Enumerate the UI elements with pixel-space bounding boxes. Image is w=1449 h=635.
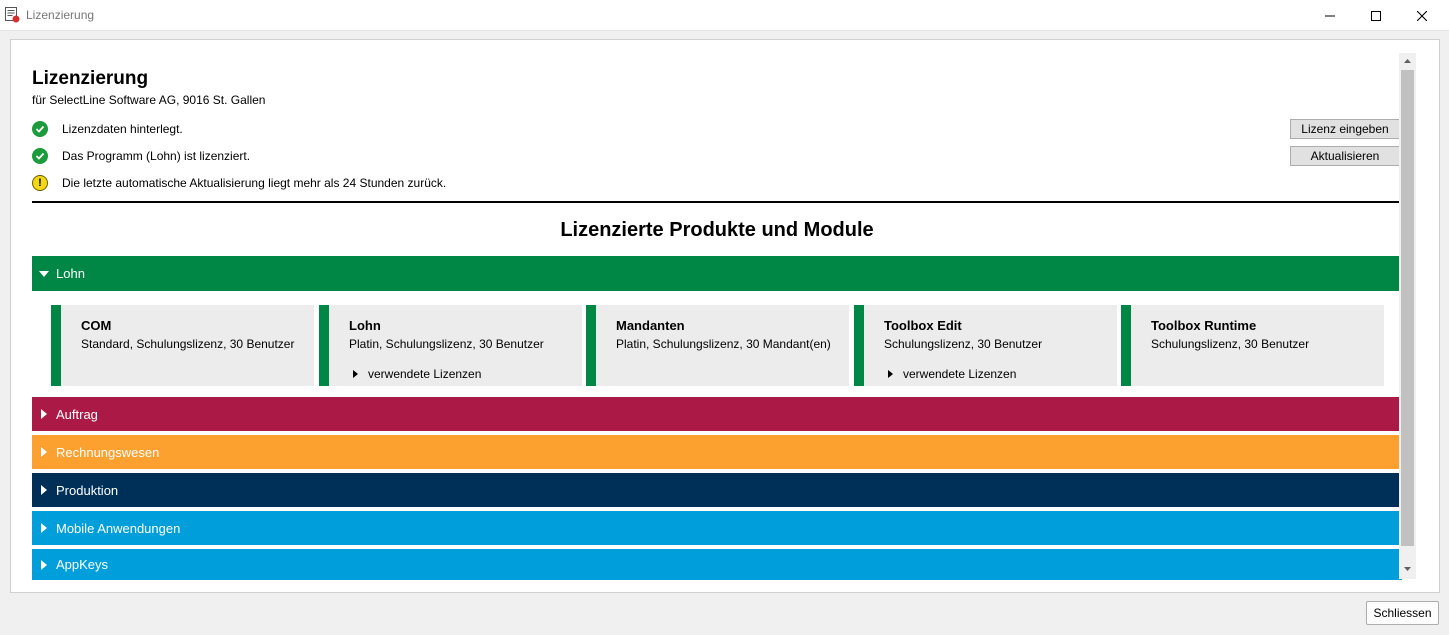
- status-text: Lizenzdaten hinterlegt.: [62, 122, 183, 136]
- chevron-up-icon: [1404, 59, 1411, 63]
- close-button[interactable]: Schliessen: [1366, 601, 1439, 625]
- checkmark-circle-icon: [32, 148, 48, 164]
- product-card-toolbox-runtime: Toolbox Runtime Schulungslizenz, 30 Benu…: [1121, 305, 1384, 386]
- product-description: Platin, Schulungslizenz, 30 Mandant(en): [616, 337, 831, 351]
- status-license-data: Lizenzdaten hinterlegt.: [32, 120, 183, 138]
- group-label: Rechnungswesen: [56, 444, 160, 460]
- used-licenses-label: verwendete Lizenzen: [368, 367, 482, 381]
- chevron-right-icon: [32, 559, 56, 570]
- product-description: Platin, Schulungslizenz, 30 Benutzer: [349, 337, 544, 351]
- status-text: Die letzte automatische Aktualisierung l…: [62, 176, 447, 190]
- status-text: Das Programm (Lohn) ist lizenziert.: [62, 149, 251, 163]
- group-label: Auftrag: [56, 406, 98, 422]
- page-subtitle: für SelectLine Software AG, 9016 St. Gal…: [32, 93, 266, 107]
- product-name: Toolbox Runtime: [1151, 318, 1257, 333]
- status-program-licensed: Das Programm (Lohn) ist lizenziert.: [32, 147, 250, 165]
- product-name: Toolbox Edit: [884, 318, 962, 333]
- chevron-right-icon: [32, 523, 56, 533]
- close-window-button[interactable]: [1399, 0, 1445, 31]
- chevron-right-icon: [888, 370, 893, 378]
- product-card-com: COM Standard, Schulungslizenz, 30 Benutz…: [51, 305, 314, 386]
- group-label: Lohn: [56, 266, 85, 281]
- used-licenses-toggle[interactable]: verwendete Lizenzen: [353, 367, 481, 381]
- used-licenses-toggle[interactable]: verwendete Lizenzen: [888, 367, 1016, 381]
- group-header-mobile-anwendungen[interactable]: Mobile Anwendungen: [32, 511, 1402, 545]
- scrollbar-thumb[interactable]: [1401, 70, 1414, 546]
- product-card-toolbox-edit: Toolbox Edit Schulungslizenz, 30 Benutze…: [854, 305, 1117, 386]
- maximize-icon: [1371, 10, 1381, 21]
- group-label: Produktion: [56, 482, 119, 498]
- product-card-mandanten: Mandanten Platin, Schulungslizenz, 30 Ma…: [586, 305, 849, 386]
- group-label: AppKeys: [56, 557, 109, 572]
- group-header-produktion[interactable]: Produktion: [32, 473, 1402, 507]
- group-label: Mobile Anwendungen: [56, 520, 181, 536]
- product-name: Mandanten: [616, 318, 685, 333]
- product-card-lohn: Lohn Platin, Schulungslizenz, 30 Benutze…: [319, 305, 582, 386]
- license-document-icon: [5, 7, 20, 23]
- checkmark-circle-icon: [32, 121, 48, 137]
- chevron-down-icon: [32, 270, 56, 277]
- title-bar: Lizenzierung: [0, 0, 1449, 31]
- vertical-scrollbar[interactable]: [1399, 53, 1416, 579]
- used-licenses-label: verwendete Lizenzen: [903, 367, 1017, 381]
- enter-license-button[interactable]: Lizenz eingeben: [1290, 119, 1400, 139]
- close-icon: [1417, 10, 1427, 21]
- status-update-warning: ! Die letzte automatische Aktualisierung…: [32, 174, 446, 192]
- chevron-right-icon: [32, 447, 56, 457]
- scroll-up-button[interactable]: [1399, 53, 1416, 69]
- warning-icon: !: [32, 175, 48, 191]
- window-title: Lizenzierung: [26, 8, 95, 22]
- scroll-down-button[interactable]: [1399, 561, 1416, 577]
- minimize-button[interactable]: [1307, 0, 1353, 31]
- group-header-auftrag[interactable]: Auftrag: [32, 397, 1402, 431]
- chevron-right-icon: [353, 370, 358, 378]
- product-name: Lohn: [349, 318, 381, 333]
- group-header-rechnungswesen[interactable]: Rechnungswesen: [32, 435, 1402, 469]
- product-description: Schulungslizenz, 30 Benutzer: [1151, 337, 1310, 351]
- minimize-icon: [1325, 15, 1335, 16]
- product-name: COM: [81, 318, 112, 333]
- page-title: Lizenzierung: [32, 68, 149, 89]
- refresh-button[interactable]: Aktualisieren: [1290, 146, 1400, 166]
- divider: [32, 201, 1402, 203]
- section-title: Lizenzierte Produkte und Module: [560, 219, 874, 241]
- chevron-right-icon: [32, 409, 56, 419]
- chevron-right-icon: [32, 485, 56, 495]
- product-description: Schulungslizenz, 30 Benutzer: [884, 337, 1043, 351]
- maximize-button[interactable]: [1353, 0, 1399, 31]
- chevron-down-icon: [1404, 567, 1411, 571]
- content-panel: Lizenzierung für SelectLine Software AG,…: [10, 39, 1440, 593]
- group-header-lohn[interactable]: Lohn: [32, 256, 1402, 291]
- group-header-appkeys[interactable]: AppKeys: [32, 549, 1402, 580]
- product-description: Standard, Schulungslizenz, 30 Benutzer: [81, 337, 295, 351]
